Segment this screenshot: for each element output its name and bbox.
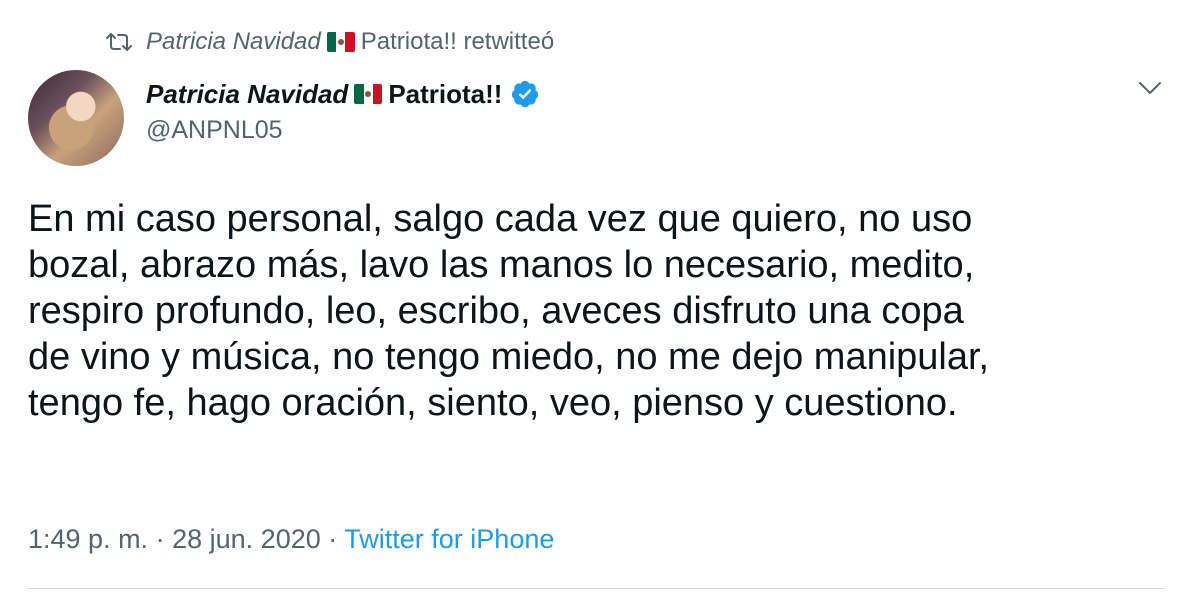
tweet-text-line: respiro profundo, leo, escribo, aveces d… [28, 290, 964, 332]
avatar[interactable] [28, 70, 124, 166]
retweet-action: retwitteó [463, 28, 555, 55]
author-name-row[interactable]: Patricia Navidad Patriota!! [146, 76, 540, 112]
author-display-name[interactable]: Patricia Navidad [146, 79, 348, 110]
tweet-time[interactable]: 1:49 p. m. [28, 524, 148, 554]
tweet-source-link[interactable]: Twitter for iPhone [344, 524, 554, 554]
meta-separator: · [155, 524, 165, 554]
mexico-flag-icon [354, 84, 383, 104]
retweet-icon [106, 33, 132, 51]
retweet-context: Patricia Navidad Patriota!! retwitteó [106, 26, 554, 58]
tweet-text-line: En mi caso personal, salgo cada vez que … [28, 198, 973, 240]
retweeter-suffix[interactable]: Patriota!! [361, 28, 457, 56]
mexico-flag-icon [326, 32, 355, 52]
verified-badge-icon [512, 80, 539, 108]
author-name-suffix[interactable]: Patriota!! [388, 79, 502, 110]
tweet-text-line: de vino y música, no tengo miedo, no me … [28, 336, 990, 378]
retweeter-name[interactable]: Patricia Navidad [146, 28, 321, 56]
divider [28, 588, 1164, 589]
meta-separator: · [328, 524, 338, 554]
tweet-date[interactable]: 28 jun. 2020 [172, 524, 321, 554]
chevron-down-icon[interactable] [1138, 80, 1162, 96]
tweet-meta: 1:49 p. m. · 28 jun. 2020 · Twitter for … [28, 524, 554, 555]
author-handle[interactable]: @ANPNL05 [146, 116, 283, 145]
tweet-text: En mi caso personal, salgo cada vez que … [28, 196, 1158, 426]
tweet-text-line: bozal, abrazo más, lavo las manos lo nec… [28, 244, 975, 286]
tweet-text-line: tengo fe, hago oración, siento, veo, pie… [28, 382, 958, 424]
